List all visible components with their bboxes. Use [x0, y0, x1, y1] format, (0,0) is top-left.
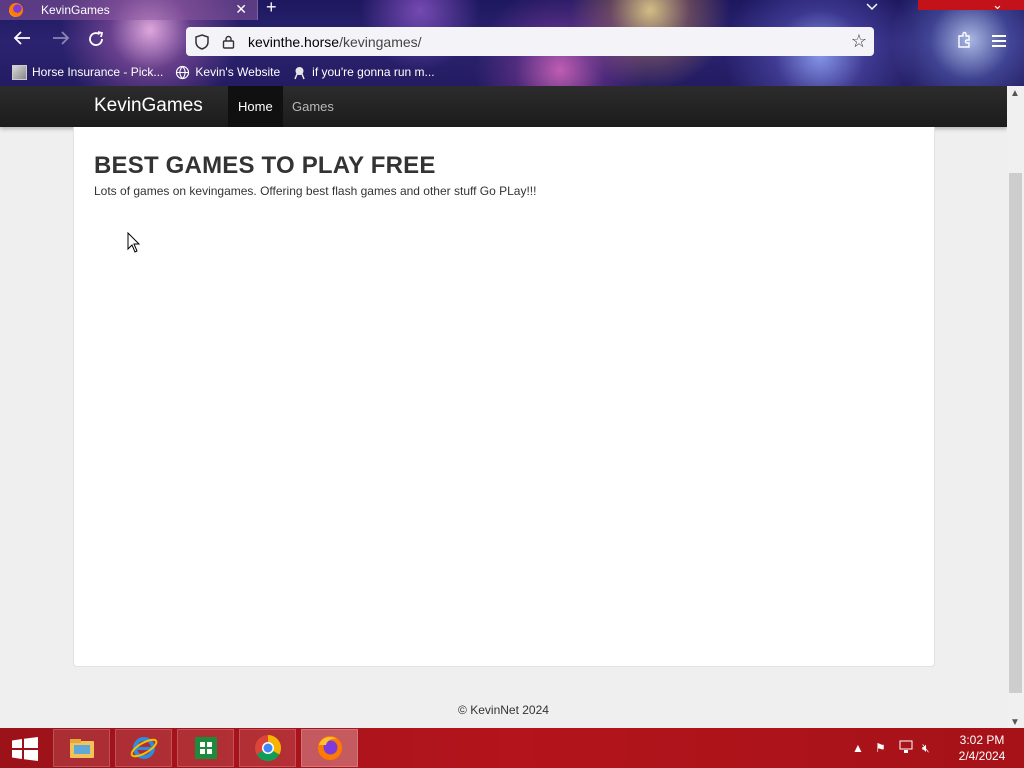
tab-title: KevinGames: [41, 3, 110, 17]
folder-icon: [69, 739, 94, 758]
volume-muted-icon[interactable]: 🔇︎: [922, 741, 930, 756]
network-icon[interactable]: [899, 740, 913, 754]
bookmarks-toolbar: Horse Insurance - Pick... Kevin's Websit…: [0, 61, 435, 83]
windows-taskbar: ▲ ⚑ 🔇︎ 3:02 PM 2/4/2024: [0, 728, 1024, 768]
site-navbar: KevinGames Home Games: [0, 86, 1007, 127]
windows-start-icon[interactable]: [11, 737, 39, 761]
shield-icon[interactable]: [195, 33, 209, 50]
bookmark-horse-insurance[interactable]: Horse Insurance - Pick...: [12, 64, 164, 80]
bookmark-label: Kevin's Website: [195, 65, 281, 79]
chrome-icon: [254, 735, 281, 762]
list-all-tabs-icon[interactable]: [866, 0, 878, 14]
nav-home[interactable]: Home: [228, 86, 283, 127]
nav-games[interactable]: Games: [282, 86, 344, 127]
scroll-up-icon[interactable]: ▲: [1010, 88, 1020, 99]
hamburger-menu-icon[interactable]: [992, 32, 1006, 50]
bookmark-if-youre-gonna[interactable]: if you're gonna run m...: [292, 65, 435, 80]
url-path: /kevingames/: [339, 33, 422, 50]
scroll-down-icon[interactable]: ▼: [1010, 717, 1020, 728]
scrollbar-thumb[interactable]: [1009, 173, 1022, 693]
web-page: KevinGames Home Games BEST GAMES TO PLAY…: [0, 86, 1007, 728]
reload-button[interactable]: [87, 30, 105, 54]
site-footer: © KevinNet 2024: [458, 703, 549, 717]
firefox-icon: [317, 736, 342, 760]
taskbar-internet-explorer[interactable]: [115, 729, 172, 767]
mouse-cursor-icon: [127, 232, 141, 253]
taskbar-firefox[interactable]: [301, 729, 358, 767]
globe-icon: [176, 65, 190, 79]
store-icon: [194, 737, 217, 759]
browser-chrome: KevinGames ✕ + ⌄ kevinthe.horse/kevingam…: [0, 0, 1024, 86]
bookmark-label: Horse Insurance - Pick...: [32, 65, 164, 79]
lock-icon[interactable]: [222, 35, 235, 49]
internet-explorer-icon: [130, 737, 157, 759]
taskbar-store[interactable]: [177, 729, 234, 767]
clock-time: 3:02 PM: [959, 733, 1005, 747]
page-tagline: Lots of games on kevingames. Offering be…: [94, 184, 537, 198]
forward-button[interactable]: [52, 30, 70, 52]
page-scrollbar[interactable]: ▲ ▼: [1007, 86, 1024, 728]
bookmark-kevins-website[interactable]: Kevin's Website: [175, 65, 280, 80]
bookmark-favicon-icon: [12, 64, 27, 80]
browser-tab[interactable]: KevinGames ✕: [0, 0, 258, 20]
extensions-icon[interactable]: [956, 31, 972, 49]
address-bar[interactable]: kevinthe.horse/kevingames/ ☆: [186, 27, 874, 56]
action-center-flag-icon[interactable]: ⚑: [875, 741, 886, 755]
bookmark-star-icon[interactable]: ☆: [851, 31, 867, 52]
main-content: BEST GAMES TO PLAY FREE Lots of games on…: [73, 127, 935, 667]
window-close-icon[interactable]: ⌄: [992, 0, 1003, 13]
new-tab-button[interactable]: +: [266, 0, 277, 18]
horse-favicon-icon: [294, 66, 305, 79]
taskbar-chrome[interactable]: [239, 729, 296, 767]
back-button[interactable]: [13, 30, 31, 52]
firefox-icon: [9, 3, 23, 17]
clock-date: 2/4/2024: [958, 749, 1006, 763]
system-clock[interactable]: 3:02 PM 2/4/2024: [954, 732, 1010, 764]
window-close-button[interactable]: [918, 0, 1024, 10]
url-text[interactable]: kevinthe.horse/kevingames/: [248, 34, 422, 50]
site-brand[interactable]: KevinGames: [94, 95, 203, 117]
url-host: kevinthe.horse: [248, 33, 340, 50]
bookmark-label: if you're gonna run m...: [312, 65, 435, 79]
page-headline: BEST GAMES TO PLAY FREE: [94, 152, 436, 179]
taskbar-file-explorer[interactable]: [53, 729, 110, 767]
show-hidden-icons[interactable]: ▲: [852, 741, 864, 755]
tab-close-icon[interactable]: ✕: [235, 1, 247, 18]
